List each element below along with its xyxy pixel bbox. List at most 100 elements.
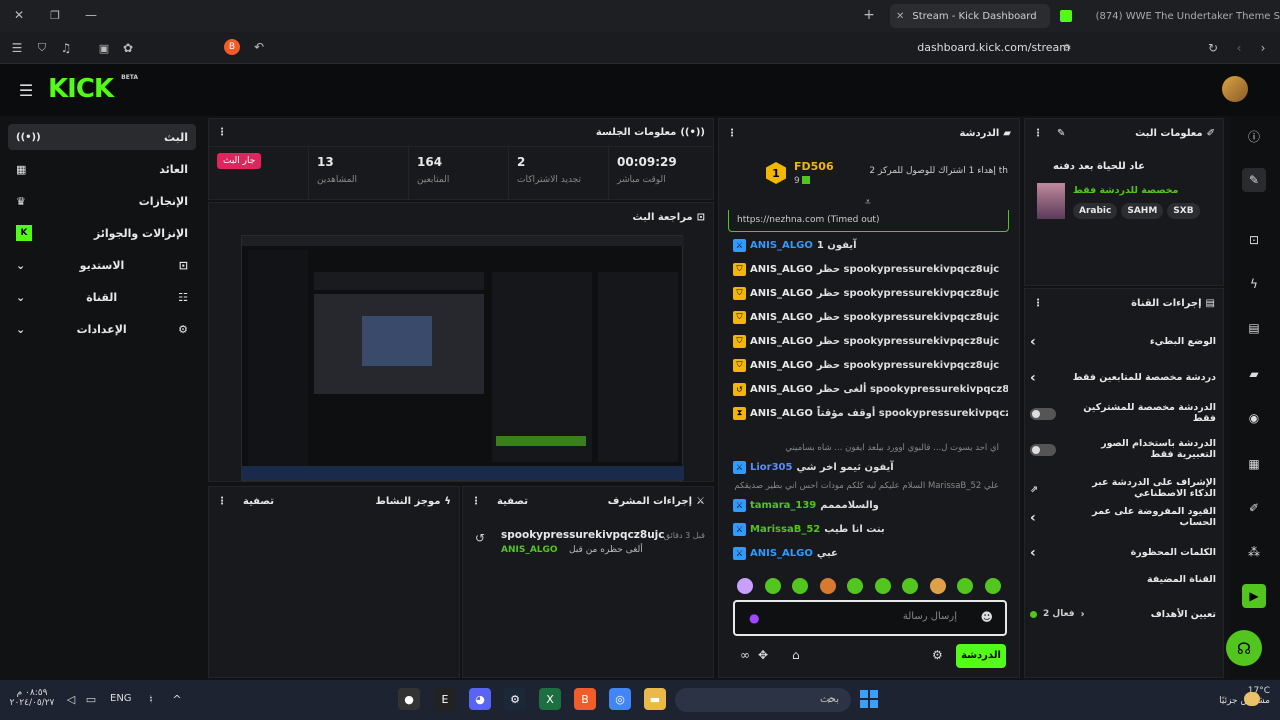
kebab-icon[interactable]: ⋮ <box>727 128 737 139</box>
kebab-icon[interactable]: ⋮ <box>471 496 481 507</box>
mod-entry-user[interactable]: spookypressurekivpqcz8ujc <box>501 529 665 541</box>
tab-youtube[interactable]: (874) WWE The Undertaker Theme S <box>1056 4 1280 28</box>
toggle-switch[interactable] <box>1030 408 1056 420</box>
pencil-icon[interactable]: ✎ <box>1242 168 1266 192</box>
stream-preview-video[interactable] <box>241 235 684 481</box>
steam-icon[interactable]: ⚙ <box>504 688 526 710</box>
users-icon[interactable]: ✥ <box>758 648 768 662</box>
chat-username[interactable]: ANIS_ALGO <box>750 240 813 251</box>
bolt-icon[interactable]: ϟ <box>1242 272 1266 296</box>
chat-username[interactable]: ANIS_ALGO <box>750 384 813 395</box>
back-icon[interactable]: ↶ <box>252 40 266 54</box>
tab-close-icon[interactable]: ✕ <box>896 11 904 22</box>
emote-icon[interactable] <box>874 578 891 594</box>
layout-icon[interactable]: ▦ <box>1242 452 1266 476</box>
url-bar[interactable]: dashboard.kick.com/stream <box>780 39 1070 57</box>
sidebar-item-settings[interactable]: ⌄ الإعدادات ⚙ <box>8 316 196 342</box>
screenshot-icon[interactable]: ▣ <box>97 41 111 55</box>
chat-username[interactable]: ANIS_ALGO <box>750 360 813 371</box>
emoji-icon[interactable]: ☻ <box>980 610 993 624</box>
emote-icon[interactable] <box>737 578 753 594</box>
obs-icon[interactable]: ● <box>398 688 420 710</box>
emote-icon[interactable] <box>929 578 946 594</box>
chat-username[interactable]: ANIS_ALGO <box>750 548 813 559</box>
chat-message[interactable]: ⚔ Lior305 آيفون ثيمو اخر شي <box>733 456 1008 478</box>
emote-icon[interactable] <box>957 578 973 594</box>
external-link-icon[interactable]: ⇗ <box>1030 484 1038 495</box>
sidebar-item-achievements[interactable]: ♛ الإنجازات <box>8 188 196 214</box>
chat-username[interactable]: ANIS_ALGO <box>750 336 813 347</box>
channel-action-row[interactable]: الدردشة مخصصة للمشتركين فقط <box>1030 402 1216 426</box>
windows-start-icon[interactable] <box>860 690 878 708</box>
brave-taskbar-icon[interactable]: B <box>574 688 596 710</box>
chat-username[interactable]: ANIS_ALGO <box>750 288 813 299</box>
chat-bubble-icon[interactable]: ▰ <box>1242 362 1266 386</box>
filter-button[interactable]: تصفية <box>497 496 528 507</box>
chat-message[interactable]: ↺ ANIS_ALGO ألغى حظر spookypressurekivpqcz… <box>733 378 1008 400</box>
extensions-icon[interactable]: ✿ <box>121 41 135 55</box>
excel-icon[interactable]: X <box>539 688 561 710</box>
broadcast-icon[interactable]: ◉ <box>1242 406 1266 430</box>
targets-row[interactable]: تعيين الأهداف فعال 2 › <box>1030 602 1216 626</box>
sidebar-item-studio[interactable]: ⌄ الاستديو ⊡ <box>8 252 196 278</box>
tag[interactable]: SXB <box>1167 203 1200 219</box>
microphone-icon[interactable]: ● <box>749 611 759 625</box>
mic-icon[interactable]: ♮ <box>144 692 158 706</box>
clapper-icon[interactable]: ▶ <box>1242 584 1266 608</box>
pinned-gift[interactable]: 1 FD506 9 إهداء 1 اشتراك للوصول للمركز 2… <box>730 152 1010 208</box>
minimize-icon[interactable]: — <box>84 8 98 22</box>
discord-icon[interactable]: ◕ <box>469 688 491 710</box>
channel-action-row[interactable]: القيود المفروضة على عمر الحساب › <box>1030 506 1216 530</box>
emote-icon[interactable] <box>792 578 808 594</box>
taskbar-search[interactable]: بحث <box>675 688 851 712</box>
network-icon[interactable]: ▭ <box>84 692 98 706</box>
volume-icon[interactable]: ◁ <box>64 692 78 706</box>
restore-icon[interactable]: ❐ <box>48 8 62 22</box>
shield-icon[interactable]: ⛉ <box>35 41 49 55</box>
tag[interactable]: SAHM <box>1121 203 1164 219</box>
site-settings-icon[interactable]: ⚙ <box>1060 41 1074 55</box>
channel-action-row[interactable]: الإشراف على الدردشة عبر الذكاء الاصطناعي… <box>1030 472 1216 506</box>
music-icon[interactable]: ♫ <box>59 41 73 55</box>
chat-message[interactable]: ⛉ ANIS_ALGO حظر spookypressurekivpqcz8ujc <box>733 330 1008 352</box>
kebab-icon[interactable]: ⋮ <box>1033 298 1043 309</box>
close-window-icon[interactable]: ✕ <box>12 8 26 22</box>
chat-username[interactable]: tamara_139 <box>750 500 816 511</box>
file-explorer-icon[interactable]: ▬ <box>644 688 666 710</box>
chat-username[interactable]: ANIS_ALGO <box>750 408 813 419</box>
sidebar-item-revenue[interactable]: ▦ العائد <box>8 156 196 182</box>
channel-action-row[interactable]: الوضع البطيء › <box>1030 330 1216 354</box>
kebab-icon[interactable]: ⋮ <box>1033 128 1043 139</box>
chat-message[interactable]: ⛉ ANIS_ALGO حظر spookypressurekivpqcz8ujc <box>733 282 1008 304</box>
emote-icon[interactable] <box>902 578 918 594</box>
chat-username[interactable]: ANIS_ALGO <box>750 312 813 323</box>
filter-button[interactable]: تصفية <box>243 496 274 507</box>
language-indicator[interactable]: ENG <box>110 693 132 704</box>
emote-icon[interactable] <box>819 578 836 594</box>
category-thumbnail[interactable] <box>1037 183 1065 219</box>
reload-icon[interactable]: ↻ <box>1206 41 1220 55</box>
brave-icon[interactable]: B <box>224 39 240 55</box>
channel-action-row[interactable]: الدردشة باستخدام الصور التعبيرية فقط <box>1030 438 1216 462</box>
chat-settings-icon[interactable]: ⚙ <box>932 648 943 662</box>
chat-input[interactable]: ● إرسال رسالة ☻ <box>733 600 1007 636</box>
collapse-icon[interactable]: ⩡ <box>865 197 871 208</box>
kebab-icon[interactable]: ⋮ <box>217 127 227 138</box>
toggle-switch[interactable] <box>1030 444 1056 456</box>
avatar[interactable] <box>1222 76 1248 102</box>
chat-message[interactable]: ⛉ ANIS_ALGO حظر spookypressurekivpqcz8ujc <box>733 258 1008 280</box>
channel-action-row[interactable]: دردشة مخصصة للمتابعين فقط › <box>1030 366 1216 390</box>
chat-message[interactable]: ⛉ ANIS_ALGO حظر spookypressurekivpqcz8ujc <box>733 354 1008 376</box>
chat-message[interactable]: ⚔ tamara_139 والسلامممم <box>733 494 1008 516</box>
mod-entry-moderator[interactable]: ANIS_ALGO <box>501 545 558 555</box>
camera-icon[interactable]: ⊡ <box>1242 228 1266 252</box>
chat-message[interactable]: ⧗ ANIS_ALGO أوقف مؤقتاً spookypressurekivp… <box>733 402 1008 424</box>
chat-username[interactable]: MarissaB_52 <box>750 524 820 535</box>
tab-kick-dashboard[interactable]: ✕ Stream - Kick Dashboard <box>890 4 1050 28</box>
sidebar-item-live[interactable]: ((•)) البث <box>8 124 196 150</box>
nav-next-icon[interactable]: › <box>1256 41 1270 55</box>
new-tab-icon[interactable]: + <box>862 7 876 23</box>
nodes-icon[interactable]: ⁂ <box>1242 540 1266 564</box>
kebab-icon[interactable]: ⋮ <box>217 496 227 507</box>
emote-icon[interactable] <box>847 578 863 594</box>
